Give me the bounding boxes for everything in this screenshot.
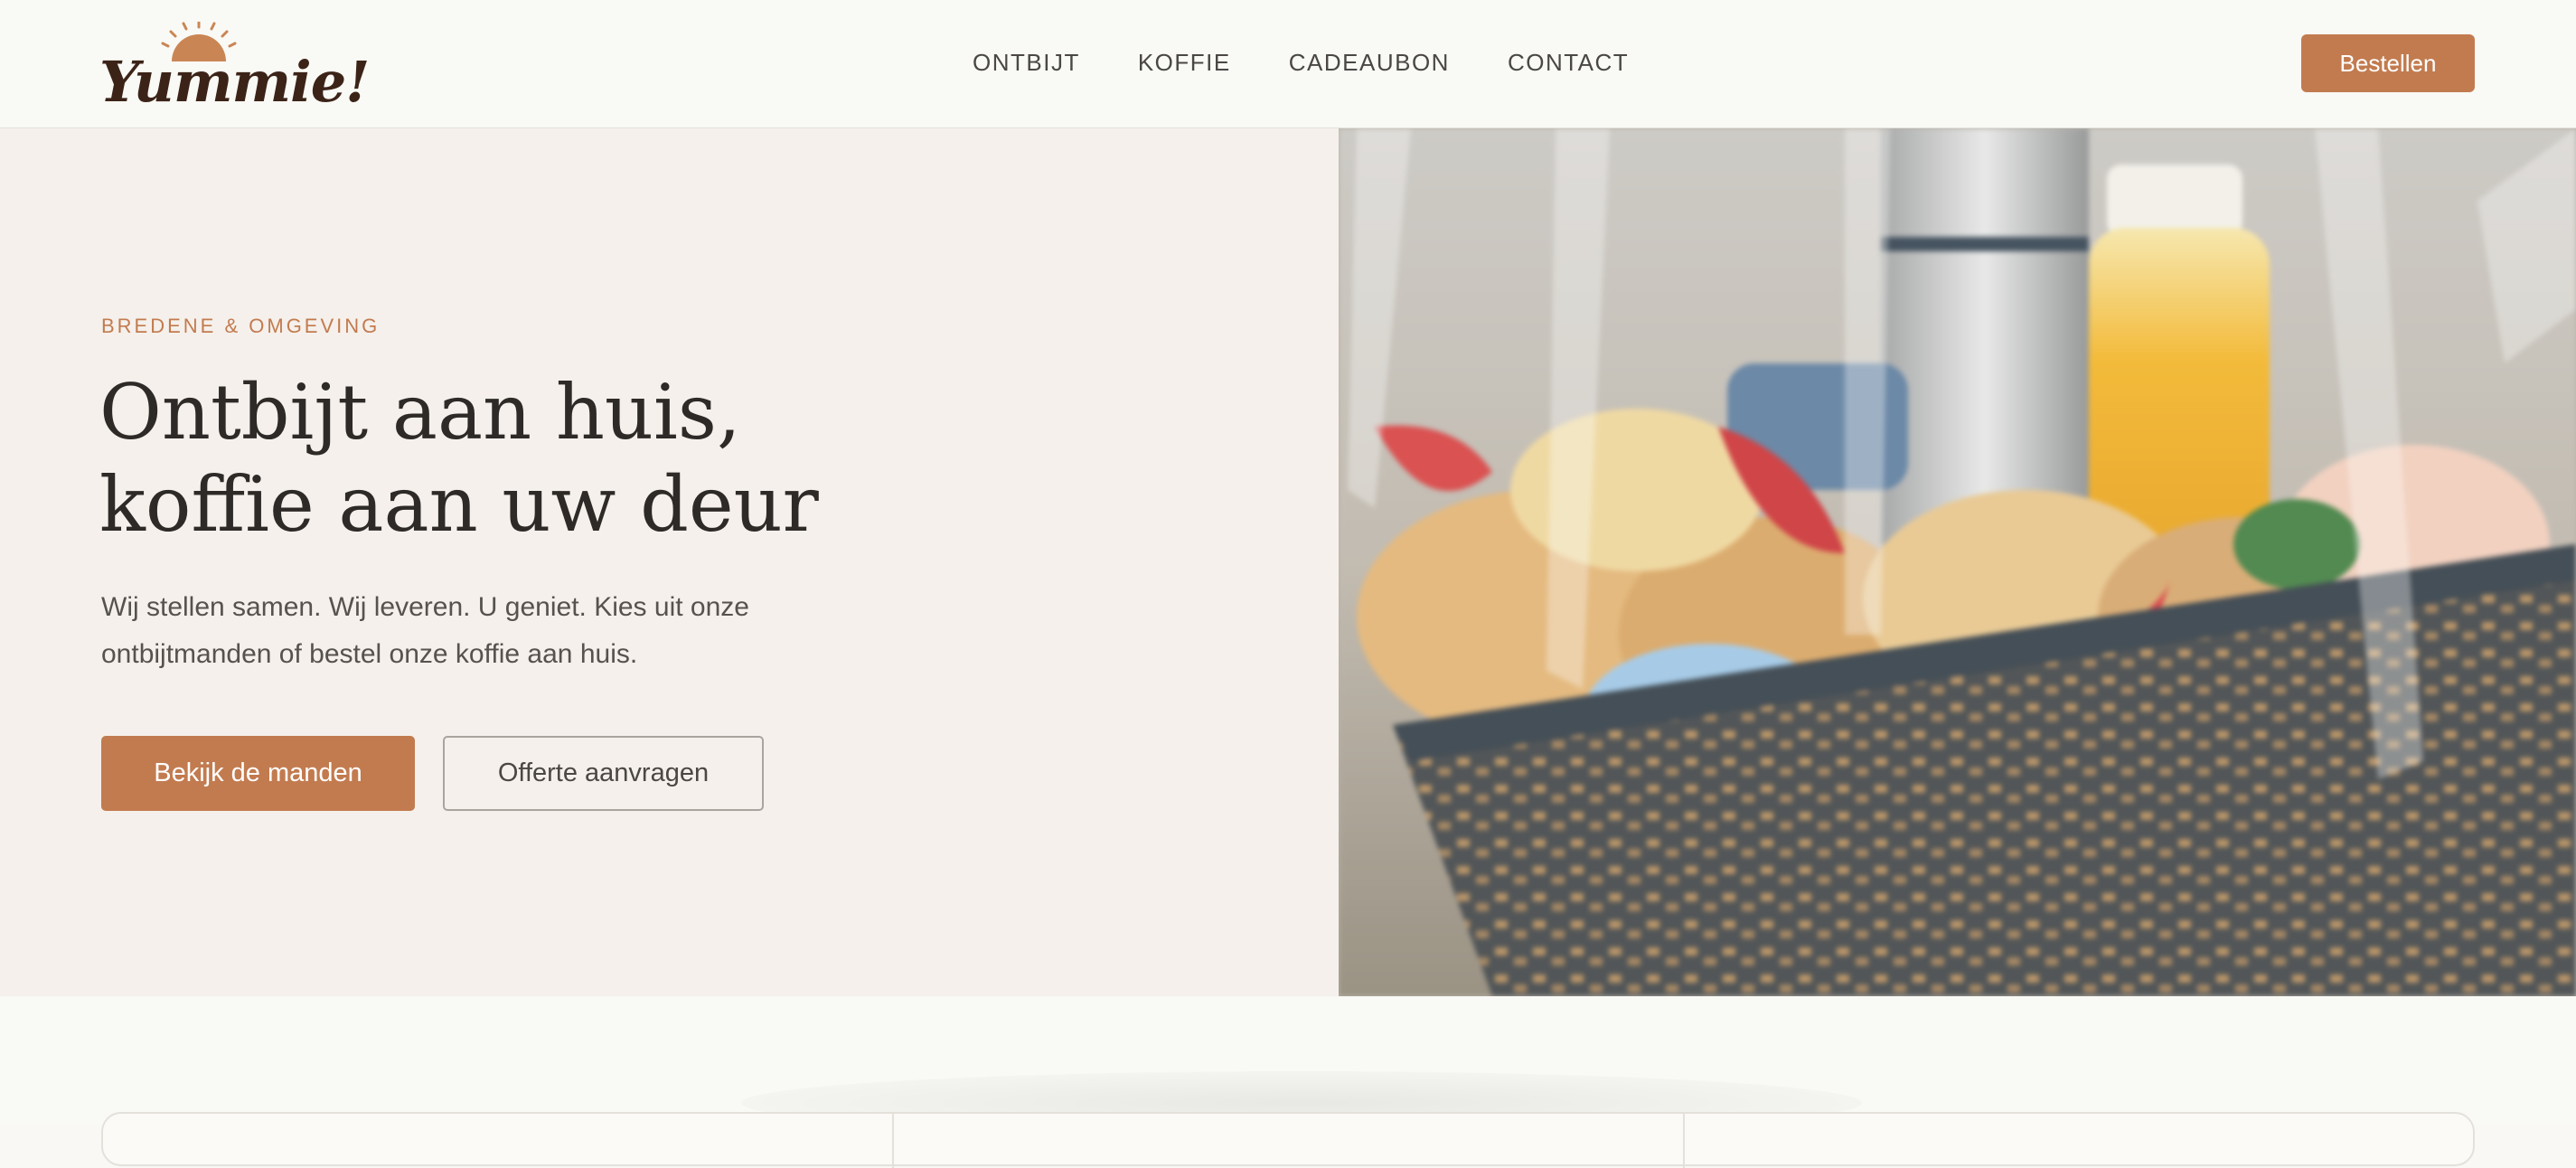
hero-headline-line-1: Ontbijt aan huis, bbox=[99, 368, 741, 457]
nav-item-contact[interactable]: CONTACT bbox=[1508, 49, 1629, 77]
nav-item-koffie[interactable]: KOFFIE bbox=[1138, 49, 1231, 77]
view-baskets-button[interactable]: Bekijk de manden bbox=[101, 736, 415, 811]
hero-headline-line-2: koffie aan uw deur bbox=[99, 460, 819, 549]
site-header: Yummie! ONTBIJT KOFFIE CADEAUBON CONTACT… bbox=[0, 0, 2576, 128]
nav-item-cadeaubon[interactable]: CADEAUBON bbox=[1289, 49, 1450, 77]
card-divider bbox=[892, 1114, 894, 1168]
breakfast-basket-photo bbox=[1339, 128, 2576, 996]
hero-lead-text: Wij stellen samen. Wij leveren. U geniet… bbox=[101, 592, 749, 669]
yummie-logo[interactable]: Yummie! bbox=[99, 22, 370, 115]
feature-cards-row bbox=[101, 1112, 2475, 1168]
main-navigation: ONTBIJT KOFFIE CADEAUBON CONTACT bbox=[973, 49, 1629, 77]
logo-wordmark: Yummie! bbox=[99, 49, 370, 115]
card-divider bbox=[1683, 1114, 1685, 1168]
request-quote-button[interactable]: Offerte aanvragen bbox=[443, 736, 764, 811]
nav-item-ontbijt[interactable]: ONTBIJT bbox=[973, 49, 1080, 77]
order-button[interactable]: Bestellen bbox=[2301, 34, 2475, 92]
hero-headline: Ontbijt aan huis, koffie aan uw deur bbox=[99, 366, 913, 551]
hero-text-panel bbox=[0, 128, 1339, 996]
hero-eyebrow: BREDENE & OMGEVING bbox=[101, 315, 381, 337]
